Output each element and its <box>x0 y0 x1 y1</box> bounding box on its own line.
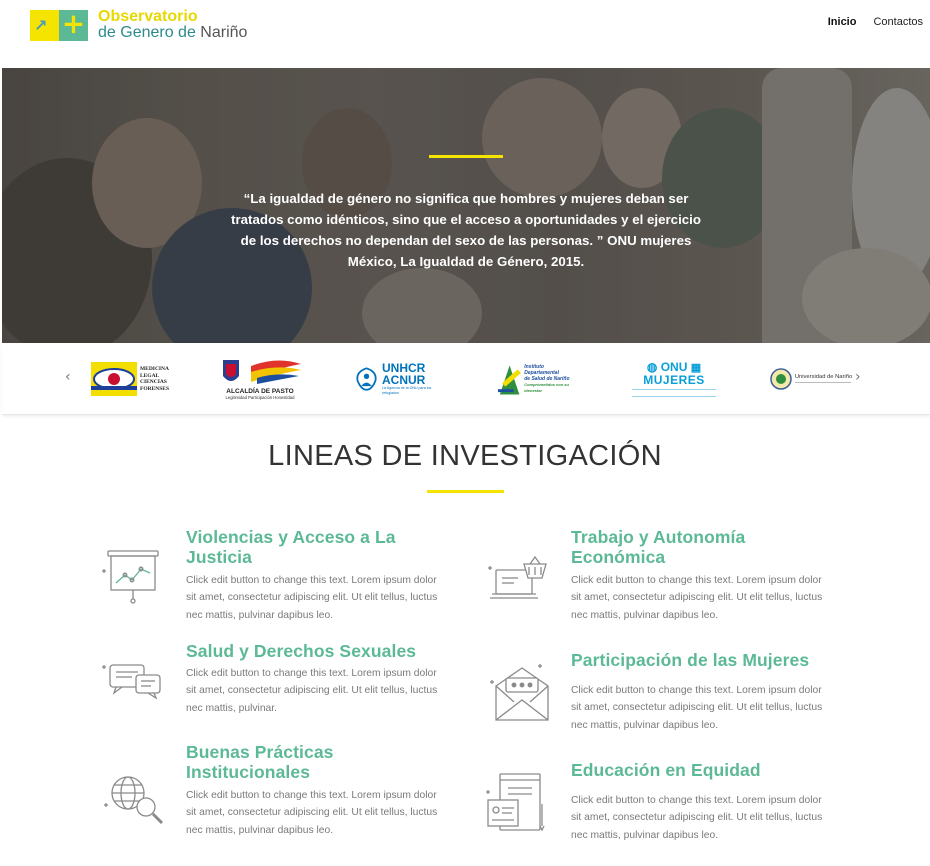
logo-mark-icon: ↗ + <box>30 8 88 41</box>
medicina-legal-emblem-icon <box>90 362 137 396</box>
medicina-legal-text1: MEDICINA <box>139 366 169 372</box>
globe-search-icon <box>104 776 164 825</box>
document-form-icon <box>486 773 545 832</box>
nav-inicio[interactable]: Inicio <box>828 16 857 28</box>
buenas-practicas-text: Click edit button to change this text. L… <box>186 790 438 836</box>
un-emblem-icon: ◍ <box>646 360 658 374</box>
buenas-practicas-title[interactable]: Buenas Prácticas Institucionales <box>186 742 386 782</box>
logo-line2: de Genero de Nariño <box>98 25 247 41</box>
participacion-text: Click edit button to change this text. L… <box>571 685 823 731</box>
section-accent-bar <box>427 490 504 493</box>
trabajo-text: Click edit button to change this text. L… <box>571 575 823 621</box>
logo-line2a: de Genero de <box>98 24 201 41</box>
chevron-right-icon[interactable]: › <box>855 369 861 385</box>
onu-mujeres-tagline <box>632 389 716 397</box>
chat-bubbles-icon <box>102 664 161 700</box>
main-nav: Inicio Contactos <box>828 16 923 28</box>
nav-contactos[interactable]: Contactos <box>873 16 923 28</box>
medicina-legal-text3: CIENCIAS <box>139 379 167 385</box>
alcaldia-text2: Legitimidad Participación Honestidad <box>225 395 295 400</box>
universidad-narino-seal-icon <box>770 368 792 390</box>
partner-logo-universidad-narino[interactable]: Universidad de Nariño <box>768 355 854 403</box>
unhcr-text3: La Agencia de la ONU para los refugiados <box>382 386 432 395</box>
salud-title[interactable]: Salud y Derechos Sexuales <box>186 641 446 661</box>
presentation-board-icon <box>102 550 159 604</box>
unhcr-emblem-icon <box>356 367 377 391</box>
alcaldia-text1: ALCALDÍA DE PASTO <box>226 388 294 395</box>
alcaldia-pasto-emblem-icon <box>223 360 301 384</box>
partner-logo-instituto-salud[interactable]: Instituto Departamental de Salud de Nari… <box>496 355 586 403</box>
onu-text: ONU <box>660 360 688 374</box>
universidad-text1: Universidad de Nariño <box>794 374 853 380</box>
logo-line1: Observatorio <box>98 8 198 25</box>
logo-text: Observatorio de Genero de Nariño <box>98 9 247 41</box>
envelope-icon <box>490 664 549 721</box>
participacion-title[interactable]: Participación de las Mujeres <box>571 650 831 670</box>
site-logo[interactable]: ↗ + Observatorio de Genero de Nariño <box>30 8 247 41</box>
section-title: LINEAS DE INVESTIGACIÓN <box>268 440 662 472</box>
instituto-salud-emblem-icon <box>497 365 521 395</box>
hero-quote: “La igualdad de género no significa que … <box>231 191 701 269</box>
laptop-basket-icon <box>488 555 547 599</box>
partners-carousel: ‹ MEDICINA LEGAL CIENCIAS FORENSES ALCAL… <box>2 343 930 415</box>
partner-logo-unhcr-acnur[interactable]: UNHCR ACNUR La Agencia de la ONU para lo… <box>354 355 442 403</box>
violencias-title[interactable]: Violencias y Acceso a La Justicia <box>186 527 436 567</box>
educacion-text: Click edit button to change this text. L… <box>571 795 823 841</box>
trabajo-title[interactable]: Trabajo y Autonomía Económica <box>571 527 821 567</box>
logo-line2b: Nariño <box>200 24 248 41</box>
partner-logo-medicina-legal[interactable]: MEDICINA LEGAL CIENCIAS FORENSES <box>90 355 170 403</box>
salud-text: Click edit button to change this text. L… <box>186 668 438 714</box>
instituto-text4: Comprometidos con su bienestar <box>524 382 569 393</box>
chevron-left-icon[interactable]: ‹ <box>65 369 71 385</box>
hero-accent-bar <box>429 155 503 158</box>
violencias-text: Click edit button to change this text. L… <box>186 575 438 621</box>
partner-logo-alcaldia-pasto[interactable]: ALCALDÍA DE PASTO Legitimidad Participac… <box>216 355 304 403</box>
site-header: ↗ + Observatorio de Genero de Nariño Ini… <box>0 0 930 68</box>
medicina-legal-text4: FORENSES <box>139 385 170 392</box>
unhcr-text2: ACNUR <box>382 373 426 387</box>
hero-banner: “La igualdad de género no significa que … <box>2 68 930 343</box>
onu-mujeres-text2: MUJERES <box>643 373 705 387</box>
educacion-title[interactable]: Educación en Equidad <box>571 760 831 780</box>
partner-logo-onu-mujeres[interactable]: ◍ ONU ▦ MUJERES <box>628 355 720 403</box>
